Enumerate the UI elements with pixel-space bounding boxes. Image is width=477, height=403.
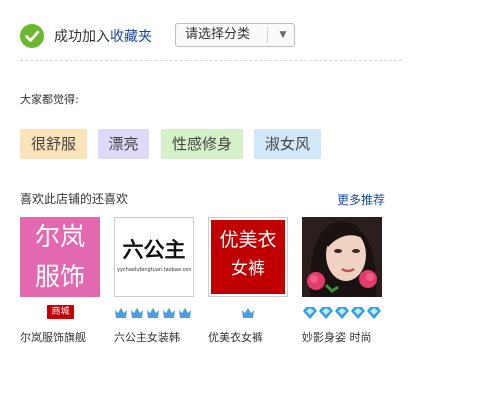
shop-logo-subtext: yychaolufengtuan.taobao.com xyxy=(117,267,191,273)
shop-logo-text: 服饰 xyxy=(34,262,85,291)
dashed-divider xyxy=(20,60,402,61)
tag-slim-fit[interactable]: 性感修身 xyxy=(161,129,243,159)
shop-name-liugongzhu[interactable]: 六公主女装韩 xyxy=(114,331,194,345)
chevron-down-icon[interactable]: ▼ xyxy=(273,24,293,46)
success-message: 成功加入收藏夹 xyxy=(54,29,152,45)
tmall-badge-label: 商城 xyxy=(47,305,74,319)
select-divider xyxy=(267,27,268,43)
tmall-badge: 商城 xyxy=(47,305,74,319)
tag-pretty[interactable]: 漂亮 xyxy=(98,129,149,159)
diamond-icon xyxy=(303,307,381,319)
shop-name-youmeiyi[interactable]: 优美衣女裤 xyxy=(208,331,288,345)
opinion-heading: 大家都觉得: xyxy=(20,93,79,106)
success-message-text: 成功加入 xyxy=(54,29,110,45)
shop-name-miaoying[interactable]: 妙影身姿 时尚 xyxy=(302,331,384,345)
seller-rating-crowns xyxy=(241,305,255,319)
category-select[interactable]: 请选择分类 ▼ xyxy=(175,23,295,47)
check-circle-icon xyxy=(20,24,44,48)
seller-rating-diamonds xyxy=(302,305,384,319)
recommend-heading: 喜欢此店铺的还喜欢 xyxy=(20,192,129,206)
shop-logo-text: 尔岚 xyxy=(34,222,85,251)
shop-logo-text: 六公主 xyxy=(122,238,186,262)
shop-logo-text: 女裤 xyxy=(231,259,265,279)
tag-label: 很舒服 xyxy=(30,135,76,153)
shop-name-erlan[interactable]: 尔岚服饰旗舰 xyxy=(20,331,102,345)
seller-rating-crowns xyxy=(114,305,196,319)
shop-thumbnail-miaoying[interactable] xyxy=(302,217,382,297)
more-recommendations-link[interactable]: 更多推荐 xyxy=(337,193,385,207)
category-select-value: 请选择分类 xyxy=(185,27,251,42)
crown-icon xyxy=(242,308,254,318)
tag-label: 淑女风 xyxy=(264,135,310,153)
tag-label: 性感修身 xyxy=(171,135,232,153)
model-photo-image xyxy=(302,217,382,297)
shop-logo-text: 优美衣 xyxy=(219,229,277,251)
shop-thumbnail-youmeiyi[interactable]: 优美衣 女裤 xyxy=(208,217,288,297)
crown-icon xyxy=(115,308,191,318)
tag-label: 漂亮 xyxy=(108,135,139,153)
tag-comfortable[interactable]: 很舒服 xyxy=(20,129,87,159)
shop-thumbnail-erlan[interactable]: 尔岚 服饰 xyxy=(20,217,100,297)
favorites-link[interactable]: 收藏夹 xyxy=(110,29,152,45)
shop-thumbnail-liugongzhu[interactable]: 六公主 yychaolufengtuan.taobao.com xyxy=(114,217,194,297)
tag-ladylike[interactable]: 淑女风 xyxy=(254,129,321,159)
